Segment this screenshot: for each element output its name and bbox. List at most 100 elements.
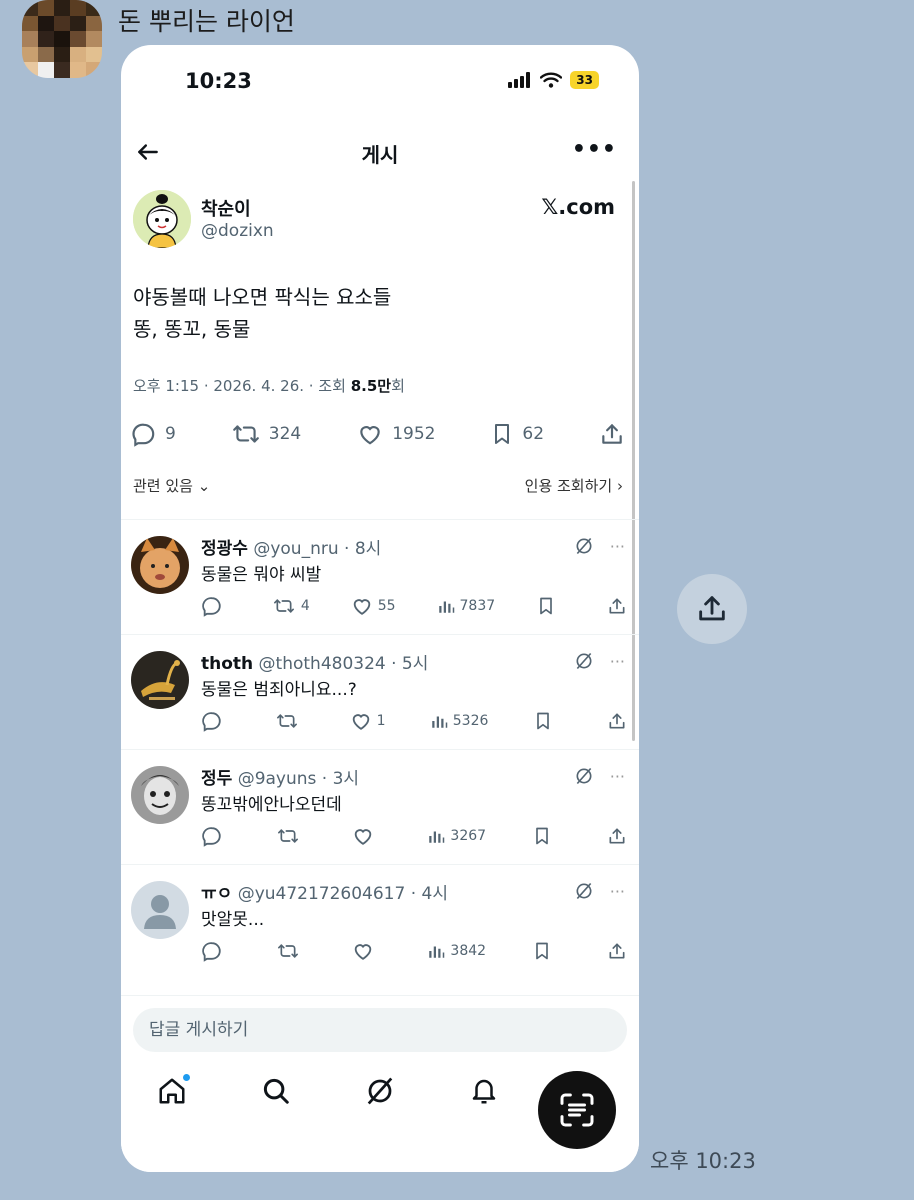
view-quotes-link[interactable]: 인용 조회하기 › <box>525 475 623 496</box>
reply-author-name[interactable]: thoth <box>201 654 253 674</box>
reply-actions: 1 5326 <box>201 709 627 733</box>
share-button[interactable] <box>599 421 625 447</box>
like-button[interactable]: 55 <box>351 595 396 617</box>
reply-icon <box>202 827 221 847</box>
reply-button[interactable] <box>201 825 231 847</box>
reply-header: 정광수 @you_nru · 8시 <box>201 534 381 559</box>
view-count: 7837 <box>459 598 496 614</box>
like-button[interactable]: 1 <box>350 710 385 732</box>
repost-button[interactable] <box>276 941 306 961</box>
heart-icon <box>354 944 372 960</box>
bookmark-icon <box>495 424 510 444</box>
reply-icon <box>202 942 221 962</box>
avatar[interactable] <box>131 881 189 939</box>
post-timestamp: 오후 1:15 · 2026. 4. 26. · 조회 <box>133 377 351 395</box>
reply-text: 동물은 뭐야 씨발 <box>201 565 322 585</box>
repost-icon <box>273 599 294 613</box>
view-count: 3842 <box>450 943 487 959</box>
views-button[interactable]: 3267 <box>427 827 486 845</box>
avatar[interactable] <box>131 766 189 824</box>
post-text-line: 야동볼때 나오면 팍식는 요소들 <box>133 285 392 309</box>
reply-item[interactable]: thoth @thoth480324 · 5시 동물은 범죄아니요...? ··… <box>121 634 639 749</box>
heart-icon <box>353 599 371 615</box>
quotes-label: 인용 조회하기 <box>524 477 613 495</box>
reply-button[interactable] <box>201 940 231 962</box>
share-button[interactable] <box>607 595 627 617</box>
reply-author-handle[interactable]: @9ayuns · 3시 <box>238 769 359 789</box>
share-icon <box>609 828 625 844</box>
views-button[interactable]: 5326 <box>430 712 488 730</box>
bookmark-button[interactable] <box>532 940 562 962</box>
grok-compose-button[interactable] <box>538 1071 616 1149</box>
post-actions: 9 324 1952 62 <box>131 417 625 451</box>
more-icon[interactable]: ··· <box>610 652 625 671</box>
reply-author-handle[interactable]: @you_nru · 8시 <box>253 539 381 559</box>
chevron-right-icon: › <box>617 477 623 495</box>
bookmark-button[interactable] <box>536 595 566 617</box>
like-button[interactable] <box>352 940 382 962</box>
reply-button[interactable] <box>201 710 231 732</box>
reply-author-handle[interactable]: @thoth480324 · 5시 <box>259 654 429 674</box>
reply-author-name[interactable]: 정광수 <box>201 539 248 559</box>
repost-button[interactable]: 4 <box>272 596 310 616</box>
x-logo: 𝕏.com <box>541 195 615 219</box>
more-icon[interactable]: ··· <box>610 882 625 901</box>
share-button[interactable] <box>607 940 627 962</box>
bookmark-button[interactable] <box>532 825 562 847</box>
reply-author-name[interactable]: ㅠㅇ <box>201 884 232 904</box>
avatar[interactable] <box>131 651 189 709</box>
reply-text: 똥꼬밖에안나오던데 <box>201 795 342 815</box>
like-button[interactable] <box>352 825 382 847</box>
reply-actions: 4 55 7837 <box>201 594 627 618</box>
notification-dot <box>183 1074 190 1081</box>
reply-item[interactable]: 정광수 @you_nru · 8시 동물은 뭐야 씨발 ··· 4 55 783… <box>121 519 639 634</box>
share-button[interactable] <box>607 825 627 847</box>
share-message-button[interactable] <box>677 574 747 644</box>
grok-icon[interactable] <box>574 881 594 901</box>
grok-icon[interactable] <box>574 651 594 671</box>
reply-author-handle[interactable]: @yu472172604617 · 4시 <box>238 884 448 904</box>
chevron-down-icon: ⌄ <box>197 477 211 495</box>
like-button[interactable]: 1952 <box>356 421 435 447</box>
grok-icon[interactable] <box>574 536 594 556</box>
reply-icon <box>202 597 221 617</box>
nav-bar: 게시 ••• <box>121 137 639 167</box>
related-filter[interactable]: 관련 있음 ⌄ <box>133 475 210 496</box>
repost-icon <box>278 829 299 843</box>
author-handle[interactable]: @dozixn <box>201 221 274 241</box>
repost-button[interactable] <box>275 711 305 731</box>
views-button[interactable]: 7837 <box>437 597 496 615</box>
share-button[interactable] <box>607 710 627 732</box>
views-button[interactable]: 3842 <box>427 942 486 960</box>
more-icon[interactable]: ··· <box>610 767 625 786</box>
avatar[interactable] <box>133 190 191 248</box>
bookmark-button[interactable] <box>533 710 563 732</box>
reply-button[interactable] <box>201 595 231 617</box>
repost-count: 4 <box>300 598 310 614</box>
bookmark-button[interactable]: 62 <box>490 421 544 447</box>
reply-item[interactable]: ㅠㅇ @yu472172604617 · 4시 맛알못... ··· 3842 <box>121 864 639 979</box>
tab-search[interactable] <box>261 1076 291 1110</box>
tab-home[interactable] <box>157 1074 190 1110</box>
tab-notifications[interactable] <box>469 1076 499 1110</box>
reply-corner: ··· <box>574 536 625 556</box>
repost-button[interactable] <box>276 826 306 846</box>
avatar[interactable] <box>131 536 189 594</box>
repost-button[interactable]: 324 <box>231 421 301 447</box>
repost-icon <box>277 714 298 728</box>
reply-button[interactable]: 9 <box>131 421 176 447</box>
share-icon <box>609 598 625 614</box>
reply-composer-input[interactable] <box>133 1008 627 1052</box>
reply-item[interactable]: 정두 @9ayuns · 3시 똥꼬밖에안나오던데 ··· 3267 <box>121 749 639 864</box>
more-icon[interactable]: ··· <box>610 537 625 556</box>
views-icon <box>429 946 445 958</box>
shared-screenshot[interactable]: 10:23 33 게시 ••• 착순이 @dozixn 𝕏.com 야동볼때 나… <box>121 45 639 1172</box>
reply-author-name[interactable]: 정두 <box>201 769 232 789</box>
sender-avatar[interactable] <box>22 0 102 78</box>
wifi-icon <box>540 72 563 88</box>
author-name[interactable]: 착순이 <box>201 195 251 221</box>
grok-icon[interactable] <box>574 766 594 786</box>
more-icon[interactable]: ••• <box>572 137 617 162</box>
repost-count: 324 <box>268 424 302 444</box>
tab-grok[interactable] <box>365 1076 395 1110</box>
